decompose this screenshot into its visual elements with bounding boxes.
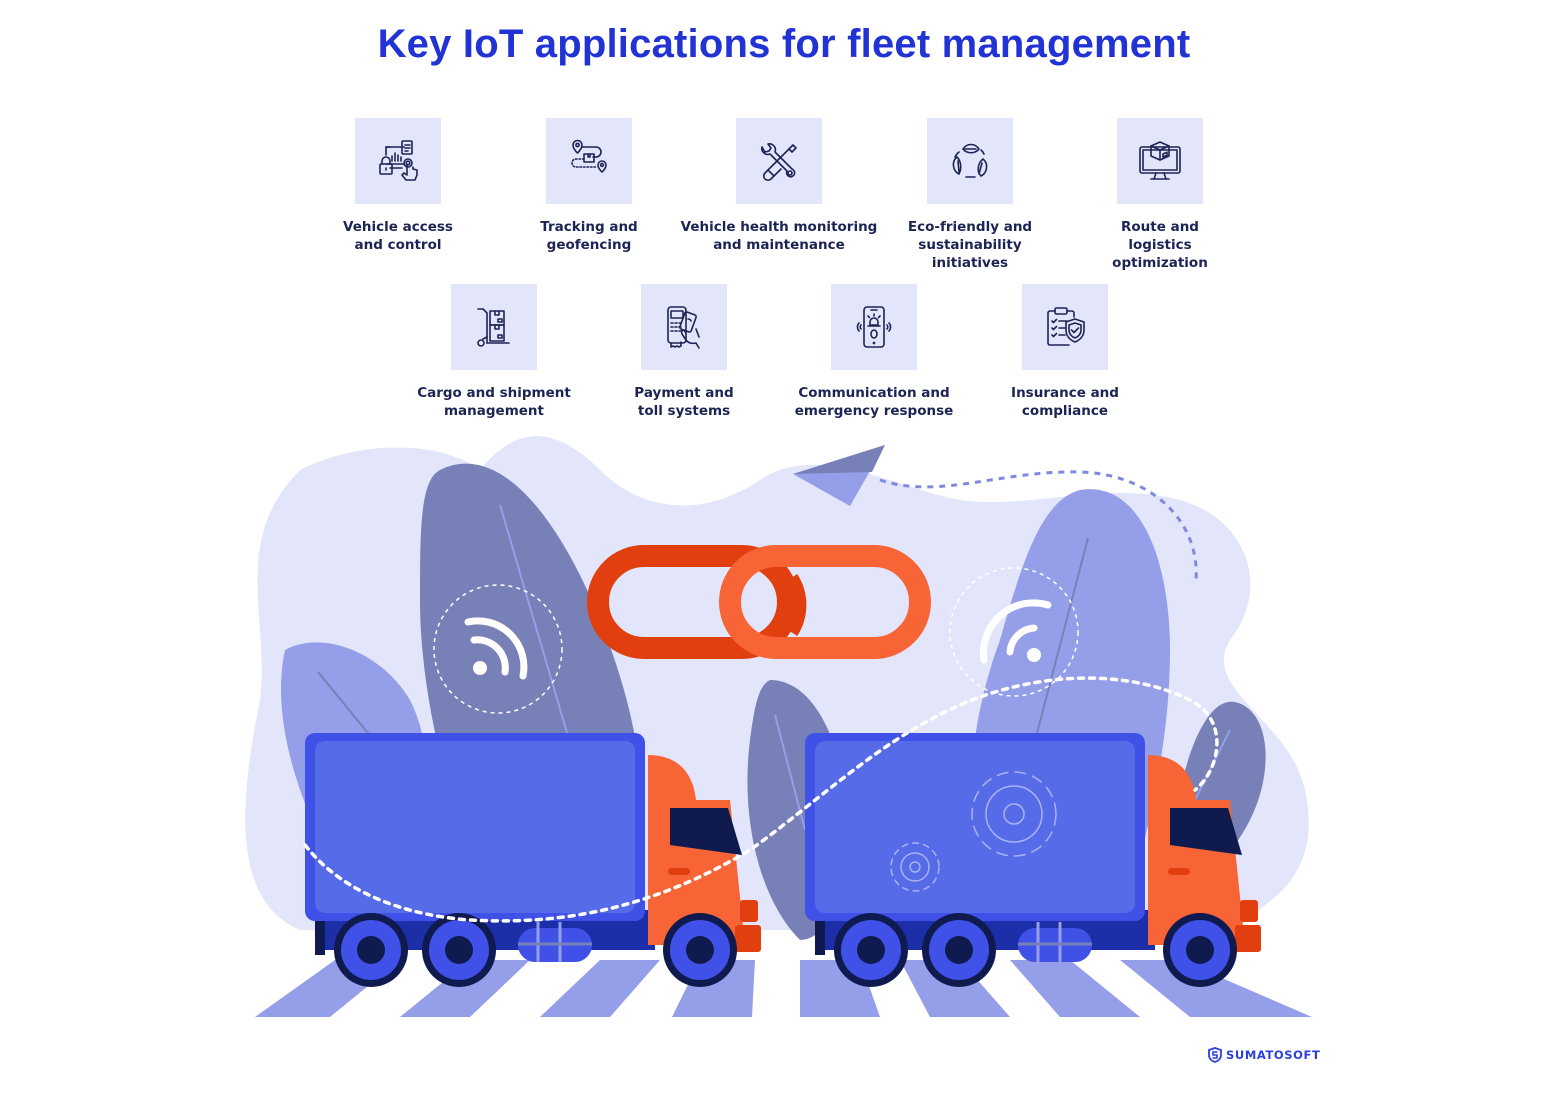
application-cargo-shipment: Cargo and shipment management	[394, 284, 594, 420]
leaf-vein	[1029, 537, 1089, 761]
leaves-recycle-icon	[952, 143, 988, 178]
application-tracking: Tracking and geofencing	[489, 118, 689, 254]
truck-right	[805, 733, 1261, 987]
icon-tile	[1117, 118, 1203, 204]
application-label: Vehicle access and control	[343, 219, 453, 253]
leaf-vein	[317, 671, 391, 761]
leaf-vein	[1179, 729, 1231, 831]
application-vehicle-access: Vehicle access and control	[298, 118, 498, 254]
application-label: Cargo and shipment management	[417, 385, 571, 419]
wrench-screwdriver-icon	[761, 143, 797, 182]
wheel	[663, 913, 737, 987]
monitor-package-icon	[1139, 141, 1181, 180]
icon-tile	[641, 284, 727, 370]
gear-icon	[971, 771, 1057, 857]
truck-left	[305, 733, 761, 987]
leaf-vein	[774, 714, 806, 831]
icon-tile	[546, 118, 632, 204]
leaf-small-left	[281, 642, 426, 860]
application-route-logistics: Route and logistics optimization	[1060, 118, 1260, 272]
dashed-trail	[879, 470, 1198, 581]
application-payment-toll: Payment and toll systems	[584, 284, 784, 420]
gear-icon	[890, 842, 940, 892]
background-blob	[245, 436, 1309, 930]
icon-tile	[355, 118, 441, 204]
wifi-signal-icon	[433, 584, 563, 714]
phone-alarm-icon	[856, 306, 892, 348]
icon-tile	[831, 284, 917, 370]
application-label: Tracking and geofencing	[540, 219, 638, 253]
icon-tile	[1022, 284, 1108, 370]
icon-tile	[927, 118, 1013, 204]
application-label: Eco-friendly and sustainability initiati…	[907, 219, 1033, 271]
leaf-vein	[499, 504, 576, 761]
wheel	[922, 913, 996, 987]
application-vehicle-health: Vehicle health monitoring and maintenanc…	[679, 118, 879, 254]
wheel	[422, 913, 496, 987]
sumatosoft-shield-icon	[1208, 1047, 1222, 1063]
icon-tile	[451, 284, 537, 370]
access-control-icon	[379, 140, 418, 181]
icon-tile	[736, 118, 822, 204]
leaf-tall-right	[969, 489, 1170, 900]
leaf-middle	[747, 680, 850, 940]
application-label: Vehicle health monitoring and maintenanc…	[680, 219, 878, 253]
application-insurance-compliance: Insurance and compliance	[965, 284, 1165, 420]
wheel	[834, 913, 908, 987]
paper-plane-icon	[793, 445, 885, 506]
hand-truck-boxes-icon	[477, 308, 510, 347]
application-label: Payment and toll systems	[634, 385, 734, 419]
tracking-route-icon	[571, 139, 607, 173]
wifi-signal-icon	[949, 567, 1079, 697]
clipboard-shield-icon	[1047, 307, 1085, 346]
page-title: Key IoT applications for fleet managemen…	[377, 22, 1191, 66]
leaf-tall-left	[420, 463, 644, 900]
wheel	[334, 913, 408, 987]
application-label: Insurance and compliance	[1011, 385, 1119, 419]
leaf-small-right	[1176, 701, 1266, 890]
chain-link-icon	[587, 545, 931, 659]
brand-logo: SUMATOSOFT	[1208, 1047, 1320, 1063]
wheel	[1163, 913, 1237, 987]
road-crosswalk	[255, 960, 1312, 1017]
card-terminal-icon	[667, 306, 700, 349]
application-label: Route and logistics optimization	[1112, 219, 1208, 271]
brand-name: SUMATOSOFT	[1226, 1048, 1321, 1062]
application-communication-emergency: Communication and emergency response	[774, 284, 974, 420]
application-eco-friendly: Eco-friendly and sustainability initiati…	[870, 118, 1070, 272]
connection-dotted-line	[303, 676, 1219, 923]
application-label: Communication and emergency response	[794, 385, 954, 419]
